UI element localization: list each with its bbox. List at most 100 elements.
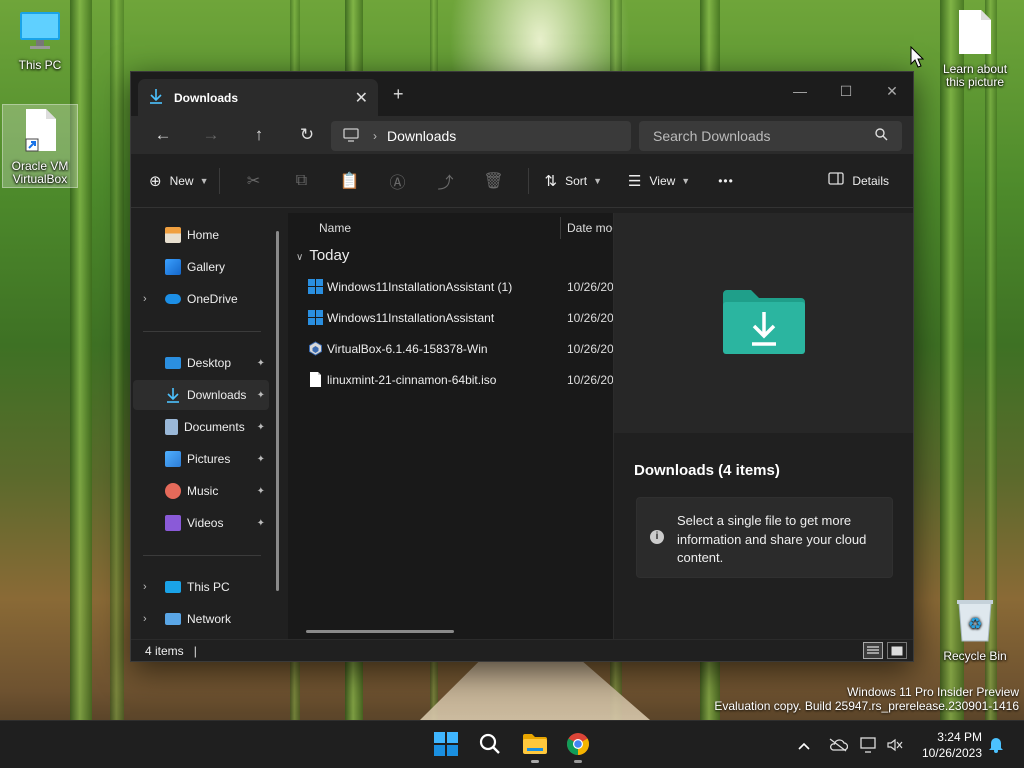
close-window-button[interactable]: ✕ <box>869 78 915 104</box>
sidebar-item-onedrive[interactable]: › OneDrive <box>133 284 269 314</box>
chevron-up-icon <box>798 737 810 753</box>
file-name: linuxmint-21-cinnamon-64bit.iso <box>327 372 497 387</box>
recycle-bin-icon: ♻ <box>935 597 1015 646</box>
pin-icon[interactable]: ✦ <box>257 422 265 433</box>
command-bar: ⊕ New ▼ ✂ ⧉ 📋 Ⓐ ⤴ 🗑 ⇅ Sort ▼ ☰ View ▼ ••… <box>131 154 913 208</box>
desktop-icon-label: Learn about this picture <box>942 62 1008 89</box>
sidebar-item-documents[interactable]: Documents ✦ <box>133 412 269 442</box>
sidebar-item-videos[interactable]: Videos ✦ <box>133 508 269 538</box>
sidebar-item-this-pc[interactable]: › This PC <box>133 572 269 602</box>
list-item[interactable]: Windows11InstallationAssistant 10/26/202… <box>288 302 613 333</box>
network-tray-icon[interactable] <box>860 721 878 768</box>
start-button[interactable] <box>426 729 466 761</box>
pin-icon[interactable]: ✦ <box>257 390 265 401</box>
up-button[interactable]: ↑ <box>235 125 283 145</box>
tab-title: Downloads <box>174 90 239 105</box>
delete-icon[interactable]: 🗑 <box>470 171 518 191</box>
horizontal-scrollbar[interactable] <box>306 630 454 633</box>
search-icon[interactable] <box>875 128 888 144</box>
notifications-button[interactable] <box>988 721 1004 768</box>
search-input[interactable] <box>653 128 853 144</box>
pin-icon[interactable]: ✦ <box>257 358 265 369</box>
desktop-icon-label: This PC <box>18 58 62 72</box>
info-icon: i <box>650 530 664 544</box>
details-view-toggle[interactable] <box>863 642 883 659</box>
minimize-button[interactable]: — <box>777 78 823 104</box>
details-pane-button[interactable]: Details <box>828 172 889 189</box>
desktop-icon-this-pc[interactable]: This PC <box>0 8 80 72</box>
address-bar[interactable]: › Downloads <box>331 121 631 151</box>
file-list: Name Date modified ∨ Today Windows11Insta… <box>288 213 613 640</box>
sidebar-scrollbar[interactable] <box>276 231 279 591</box>
chevron-right-icon[interactable]: › <box>143 581 147 593</box>
breadcrumb-downloads[interactable]: Downloads <box>387 128 456 144</box>
system-clock[interactable]: 3:24 PM 10/26/2023 <box>922 729 982 761</box>
file-name: Windows11InstallationAssistant (1) <box>327 279 513 294</box>
cloud-icon <box>165 294 181 304</box>
chevron-down-icon: ∨ <box>296 252 304 263</box>
sidebar-item-gallery[interactable]: Gallery <box>133 252 269 282</box>
sidebar-item-downloads[interactable]: Downloads ✦ <box>133 380 269 410</box>
sidebar-item-label: This PC <box>187 580 230 594</box>
column-name[interactable]: Name <box>319 221 351 235</box>
taskbar-file-explorer[interactable] <box>515 729 555 763</box>
new-tab-button[interactable]: + <box>393 84 404 105</box>
details-label: Details <box>852 173 889 188</box>
list-item[interactable]: VirtualBox-6.1.46-158378-Win 10/26/2023 <box>288 333 613 364</box>
new-button[interactable]: ⊕ New ▼ <box>149 172 209 190</box>
desktop-icon-recycle-bin[interactable]: ♻ Recycle Bin <box>935 597 1015 663</box>
share-icon[interactable]: ⤴ <box>422 169 470 193</box>
cut-icon[interactable]: ✂ <box>230 171 278 191</box>
windows-installer-icon <box>308 310 323 325</box>
list-item[interactable]: linuxmint-21-cinnamon-64bit.iso 10/26/20… <box>288 364 613 395</box>
pin-icon[interactable]: ✦ <box>257 518 265 529</box>
rename-icon[interactable]: Ⓐ <box>374 169 422 193</box>
tab-downloads[interactable]: Downloads ✕ <box>138 79 378 116</box>
chevron-right-icon[interactable]: › <box>143 613 147 625</box>
view-button[interactable]: ☰ View ▼ <box>628 172 690 190</box>
sidebar-item-home[interactable]: Home <box>133 220 269 250</box>
details-info-text: Select a single file to get more informa… <box>677 513 867 565</box>
shortcut-file-icon <box>3 107 77 156</box>
forward-button[interactable]: → <box>187 125 235 145</box>
sidebar-item-network[interactable]: › Network <box>133 604 269 634</box>
sidebar-item-label: Network <box>187 612 232 626</box>
show-hidden-icons-button[interactable] <box>798 721 810 768</box>
onedrive-tray-icon[interactable] <box>828 721 848 768</box>
sidebar-item-label: Music <box>187 484 219 498</box>
search-box[interactable] <box>639 121 902 151</box>
desktop-icon-learn-about-picture[interactable]: Learn about this picture <box>935 8 1015 89</box>
paste-icon[interactable]: 📋 <box>326 171 374 191</box>
svg-text:♻: ♻ <box>968 614 982 633</box>
column-date-modified[interactable]: Date modified <box>567 221 613 235</box>
chevron-down-icon: ▼ <box>199 175 209 186</box>
taskbar-chrome[interactable] <box>558 729 598 763</box>
back-button[interactable]: ← <box>139 125 187 145</box>
tab-close-button[interactable]: ✕ <box>355 88 368 108</box>
refresh-button[interactable]: ↻ <box>283 125 331 145</box>
group-header-today[interactable]: ∨ Today <box>296 247 349 264</box>
chevron-right-icon[interactable]: › <box>143 293 147 305</box>
sidebar-item-desktop[interactable]: Desktop ✦ <box>133 348 269 378</box>
desktop-icon-label: Recycle Bin <box>943 649 1007 663</box>
taskbar-search-button[interactable] <box>470 729 510 761</box>
sort-button[interactable]: ⇅ Sort ▼ <box>545 172 603 190</box>
copy-icon[interactable]: ⧉ <box>278 172 326 190</box>
maximize-button[interactable]: ☐ <box>823 78 869 104</box>
new-label: New <box>169 173 194 188</box>
sidebar-item-music[interactable]: Music ✦ <box>133 476 269 506</box>
navigation-pane: Home Gallery › OneDrive Desktop ✦ Downlo… <box>131 213 288 640</box>
list-item[interactable]: Windows11InstallationAssistant (1) 10/26… <box>288 271 613 302</box>
volume-muted-icon[interactable] <box>886 721 904 768</box>
large-icons-view-toggle[interactable] <box>887 642 907 659</box>
desktop-icon-virtualbox[interactable]: Oracle VM VirtualBox <box>2 104 78 188</box>
sidebar-item-label: Downloads <box>187 388 247 402</box>
file-date: 10/26/2023 <box>567 279 613 294</box>
more-options-button[interactable]: ••• <box>718 174 734 188</box>
watermark-line-2: Evaluation copy. Build 25947.rs_prerelea… <box>714 699 1019 713</box>
pin-icon[interactable]: ✦ <box>257 486 265 497</box>
sidebar-item-pictures[interactable]: Pictures ✦ <box>133 444 269 474</box>
plus-circle-icon: ⊕ <box>149 172 162 190</box>
pin-icon[interactable]: ✦ <box>257 454 265 465</box>
clock-date: 10/26/2023 <box>921 746 982 760</box>
